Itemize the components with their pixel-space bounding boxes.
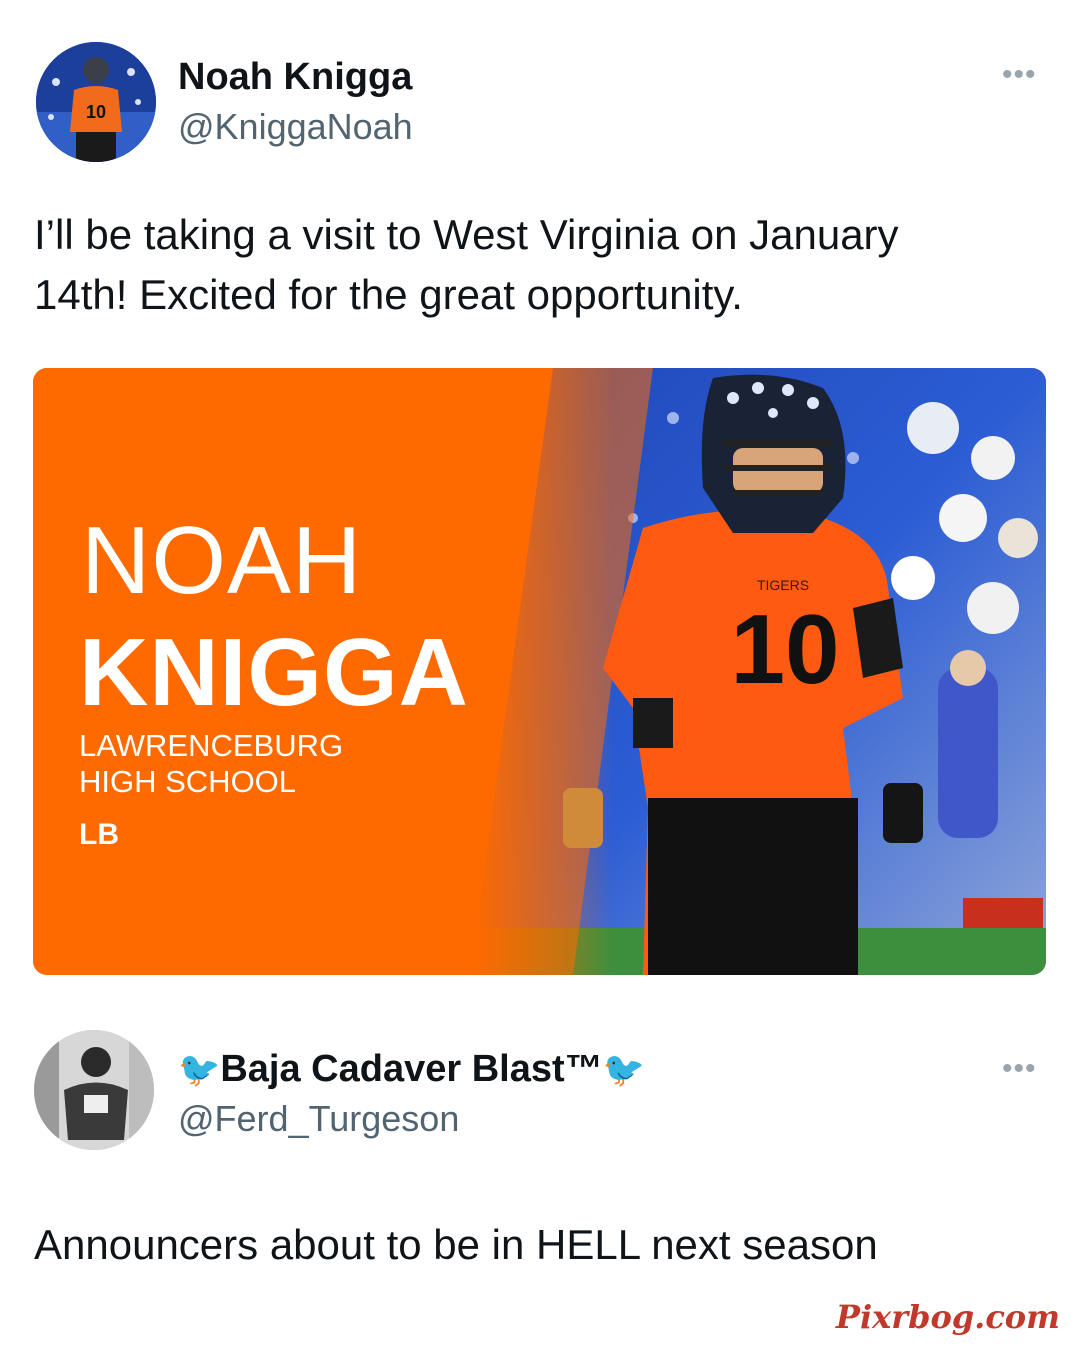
author-display-name[interactable]: Noah Knigga — [178, 56, 412, 99]
tweet-text-line: 14th! Excited for the great opportunity. — [34, 271, 743, 318]
author-avatar[interactable] — [34, 1030, 154, 1150]
jersey-number-text: 10 — [730, 594, 839, 704]
more-horizontal-icon[interactable]: ••• — [1002, 1052, 1037, 1086]
bird-icon: 🐦 — [602, 1051, 645, 1089]
svg-text:10: 10 — [86, 102, 106, 122]
tweet-text: Announcers about to be in HELL next seas… — [34, 1221, 878, 1268]
player-last-name: KNIGGA — [79, 619, 469, 726]
author-display-name[interactable]: 🐦Baja Cadaver Blast™🐦 — [178, 1048, 645, 1091]
tweet-text: I’ll be taking a visit to West Virginia … — [34, 205, 1044, 325]
jersey-team-text: TIGERS — [757, 577, 809, 593]
author-handle[interactable]: @KniggaNoah — [178, 106, 413, 148]
more-horizontal-icon[interactable]: ••• — [1002, 58, 1037, 92]
watermark-text: Pixrbog.com — [835, 1298, 1060, 1336]
bird-icon: 🐦 — [178, 1051, 221, 1089]
author-avatar[interactable]: 10 — [36, 42, 156, 162]
player-position: LB — [79, 818, 119, 851]
author-display-name-text: Baja Cadaver Blast™ — [220, 1048, 603, 1090]
school-line: HIGH SCHOOL — [79, 764, 297, 799]
tweet-original: 10 Noah Knigga @KniggaNoah ••• I’ll be t… — [0, 0, 1080, 1000]
tweet-reply: 🐦Baja Cadaver Blast™🐦 @Ferd_Turgeson •••… — [0, 1000, 1080, 1300]
player-first-name: NOAH — [81, 507, 363, 614]
tweet-text-line: I’ll be taking a visit to West Virginia … — [34, 211, 899, 258]
school-line: LAWRENCEBURG — [79, 728, 344, 763]
author-handle[interactable]: @Ferd_Turgeson — [178, 1098, 459, 1140]
avatar-photo: 10 — [36, 42, 156, 162]
player-school: LAWRENCEBURG HIGH SCHOOL — [79, 728, 343, 800]
avatar-photo — [34, 1030, 154, 1150]
media-card[interactable]: TIGERS 10 NOAH KNIGGA LAWRENCEBURG HIGH … — [33, 368, 1046, 975]
